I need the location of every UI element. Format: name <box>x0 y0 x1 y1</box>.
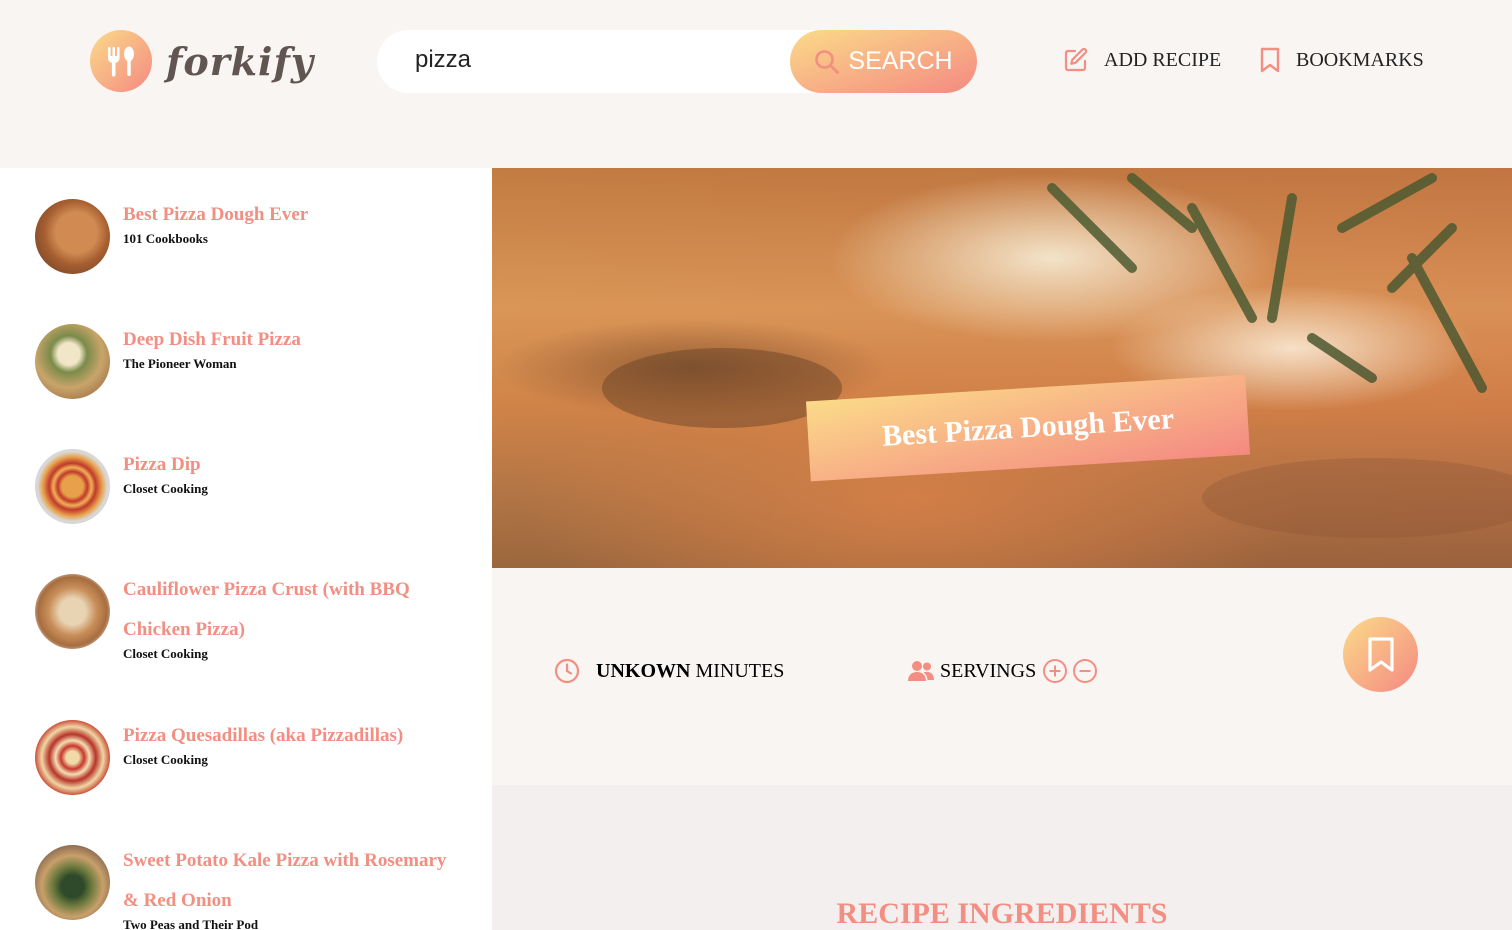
result-text: Sweet Potato Kale Pizza with Rosemary & … <box>123 845 453 930</box>
result-thumbnail <box>35 199 110 274</box>
recipe-ingredients: RECIPE INGREDIENTS <box>492 785 1512 930</box>
cooking-time-unit: MINUTES <box>695 659 785 682</box>
cooking-time-value: UNKOWN <box>596 659 691 682</box>
recipe-title: Best Pizza Dough Ever <box>881 402 1175 453</box>
servings: SERVINGS <box>908 658 1098 684</box>
result-title: Sweet Potato Kale Pizza with Rosemary & … <box>123 850 447 911</box>
search-input[interactable] <box>415 46 795 74</box>
add-recipe-button[interactable]: ADD RECIPE <box>1062 46 1221 74</box>
result-thumbnail <box>35 449 110 524</box>
result-item[interactable]: Deep Dish Fruit Pizza The Pioneer Woman <box>35 324 453 399</box>
result-text: Pizza Quesadillas (aka Pizzadillas) Clos… <box>123 720 453 795</box>
result-publisher: Two Peas and Their Pod <box>123 917 259 930</box>
logo[interactable]: forkify <box>90 30 314 92</box>
result-publisher: Closet Cooking <box>123 646 208 661</box>
result-text: Pizza Dip Closet Cooking <box>123 449 453 524</box>
bookmark-icon <box>1367 636 1394 672</box>
ingredients-heading: RECIPE INGREDIENTS <box>836 897 1168 930</box>
recipe-image-overlay <box>492 168 1512 568</box>
search-results: Best Pizza Dough Ever 101 Cookbooks Deep… <box>0 168 492 930</box>
result-publisher: Closet Cooking <box>123 481 208 496</box>
result-thumbnail <box>35 574 110 649</box>
bookmarks-button[interactable]: BOOKMARKS <box>1258 46 1424 74</box>
result-text: Best Pizza Dough Ever 101 Cookbooks <box>123 199 453 274</box>
result-item[interactable]: Best Pizza Dough Ever 101 Cookbooks <box>35 199 453 274</box>
bookmark-icon <box>1260 47 1280 73</box>
edit-icon <box>1064 47 1088 72</box>
result-thumbnail <box>35 845 110 920</box>
cooking-time: UNKOWN MINUTES <box>554 658 784 684</box>
result-text: Cauliflower Pizza Crust (with BBQ Chicke… <box>123 574 453 662</box>
bookmark-recipe-button[interactable] <box>1343 617 1418 692</box>
recipe-details: UNKOWN MINUTES SERVINGS <box>492 568 1512 785</box>
result-title: Best Pizza Dough Ever <box>123 204 309 225</box>
search-form: SEARCH <box>377 30 977 93</box>
header: forkify SEARCH ADD RECIPE BOOKMARKS <box>0 0 1512 168</box>
users-icon <box>908 661 934 681</box>
search-icon <box>815 49 840 74</box>
bookmarks-label: BOOKMARKS <box>1296 48 1424 71</box>
result-item[interactable]: Sweet Potato Kale Pizza with Rosemary & … <box>35 845 453 930</box>
clock-icon <box>554 658 580 684</box>
result-title: Pizza Dip <box>123 454 201 475</box>
plus-circle-icon[interactable] <box>1042 658 1068 684</box>
search-button[interactable]: SEARCH <box>790 30 977 93</box>
logo-text: forkify <box>166 38 314 84</box>
search-button-label: SEARCH <box>848 47 953 75</box>
servings-label: SERVINGS <box>940 659 1037 682</box>
result-item[interactable]: Pizza Quesadillas (aka Pizzadillas) Clos… <box>35 720 453 795</box>
logo-icon <box>90 30 152 92</box>
result-thumbnail <box>35 324 110 399</box>
result-item[interactable]: Cauliflower Pizza Crust (with BBQ Chicke… <box>35 574 453 662</box>
result-title: Pizza Quesadillas (aka Pizzadillas) <box>123 725 404 746</box>
add-recipe-label: ADD RECIPE <box>1104 48 1222 71</box>
result-item[interactable]: Pizza Dip Closet Cooking <box>35 449 453 524</box>
result-text: Deep Dish Fruit Pizza The Pioneer Woman <box>123 324 453 399</box>
recipe: Best Pizza Dough Ever UNKOWN MINUTES SER… <box>492 168 1512 930</box>
result-title: Deep Dish Fruit Pizza <box>123 329 301 350</box>
result-title: Cauliflower Pizza Crust (with BBQ Chicke… <box>123 579 410 640</box>
recipe-image: Best Pizza Dough Ever <box>492 168 1512 568</box>
result-thumbnail <box>35 720 110 795</box>
minus-circle-icon[interactable] <box>1072 658 1098 684</box>
